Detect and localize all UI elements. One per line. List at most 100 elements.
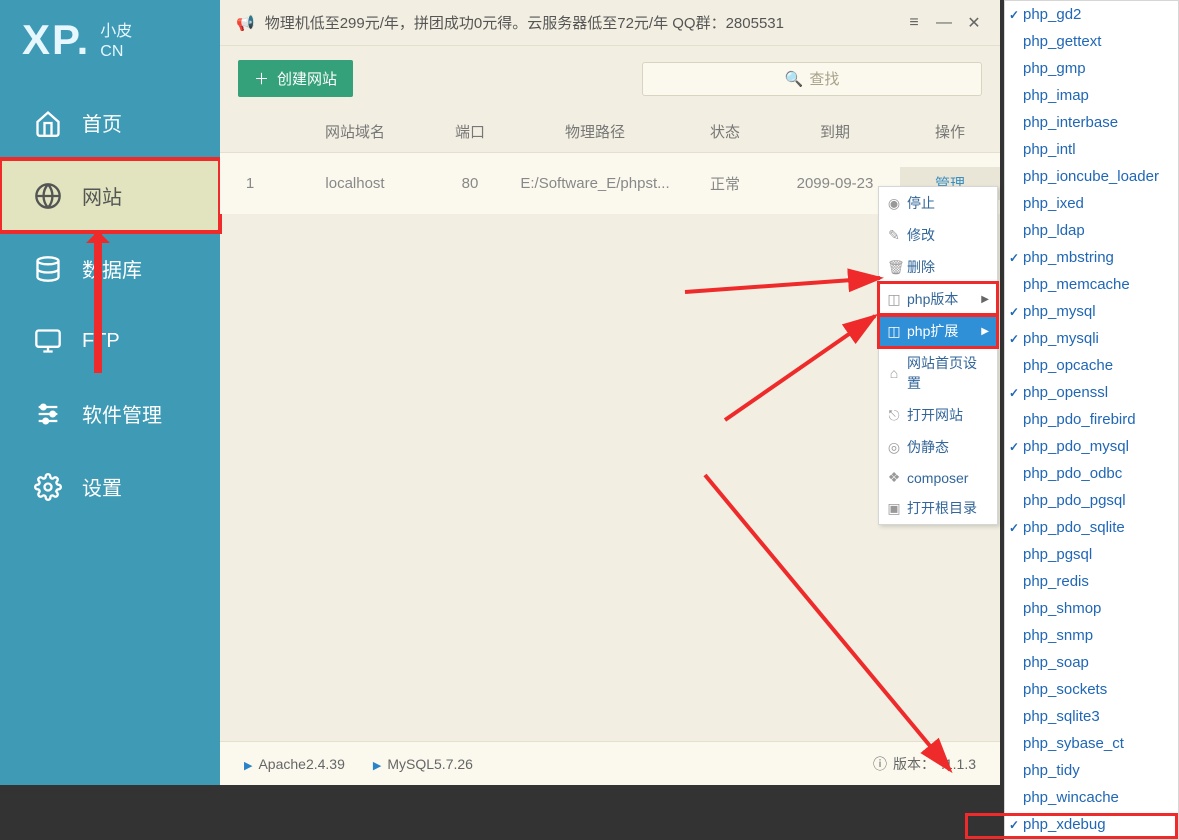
ext-item-php_sockets[interactable]: php_sockets bbox=[1005, 676, 1178, 703]
ext-item-php_openssl[interactable]: php_openssl bbox=[1005, 379, 1178, 406]
sidebar-item-label: 数据库 bbox=[82, 254, 142, 283]
folder-icon: ▣ bbox=[887, 500, 901, 517]
ext-item-php_pdo_sqlite[interactable]: php_pdo_sqlite bbox=[1005, 514, 1178, 541]
create-site-button[interactable]: ＋ 创建网站 bbox=[238, 60, 353, 97]
ext-item-php_pdo_odbc[interactable]: php_pdo_odbc bbox=[1005, 460, 1178, 487]
app-window: XP. 小皮 CN 首页 网站 数据库 FTP 软件管理 设置 bbox=[0, 0, 1000, 785]
ext-item-php_ldap[interactable]: php_ldap bbox=[1005, 217, 1178, 244]
ext-item-php_gd2[interactable]: php_gd2 bbox=[1005, 1, 1178, 28]
box-icon: ◫ bbox=[887, 323, 901, 340]
sidebar-item-label: 首页 bbox=[82, 108, 122, 137]
logo-main: XP. bbox=[22, 16, 90, 64]
logo-sub: 小皮 CN bbox=[100, 22, 132, 62]
minimize-button[interactable]: — bbox=[934, 14, 954, 32]
sidebar-item-settings[interactable]: 设置 bbox=[0, 450, 220, 523]
sidebar-item-label: 软件管理 bbox=[82, 399, 162, 428]
col-expire: 到期 bbox=[770, 121, 900, 142]
menu-icon[interactable]: ≡ bbox=[904, 14, 924, 32]
ext-item-php_pdo_pgsql[interactable]: php_pdo_pgsql bbox=[1005, 487, 1178, 514]
circle-icon: ◎ bbox=[887, 439, 901, 456]
apache-status[interactable]: Apache2.4.39 bbox=[244, 756, 345, 772]
search-input[interactable]: 🔍 查找 bbox=[642, 62, 982, 96]
home-icon bbox=[34, 109, 62, 137]
col-status: 状态 bbox=[680, 121, 770, 142]
sidebar-item-site[interactable]: 网站 bbox=[0, 159, 220, 232]
ext-item-php_soap[interactable]: php_soap bbox=[1005, 649, 1178, 676]
speaker-icon: 📢 bbox=[236, 14, 255, 32]
ext-item-php_sybase_ct[interactable]: php_sybase_ct bbox=[1005, 730, 1178, 757]
ext-item-php_opcache[interactable]: php_opcache bbox=[1005, 352, 1178, 379]
sidebar: XP. 小皮 CN 首页 网站 数据库 FTP 软件管理 设置 bbox=[0, 0, 220, 785]
sidebar-item-software[interactable]: 软件管理 bbox=[0, 377, 220, 450]
version-info: ⓘ 版本： .1.1.3 bbox=[873, 754, 976, 774]
box-icon: ◫ bbox=[887, 291, 901, 308]
ext-item-php_ixed[interactable]: php_ixed bbox=[1005, 190, 1178, 217]
sidebar-item-label: 设置 bbox=[82, 472, 122, 501]
ext-item-php_mysql[interactable]: php_mysql bbox=[1005, 298, 1178, 325]
ext-item-php_intl[interactable]: php_intl bbox=[1005, 136, 1178, 163]
gear-icon bbox=[34, 473, 62, 501]
action-row: ＋ 创建网站 🔍 查找 bbox=[220, 46, 1000, 111]
footer: Apache2.4.39 MySQL5.7.26 ⓘ 版本： .1.1.3 bbox=[220, 741, 1000, 785]
ext-item-php_imap[interactable]: php_imap bbox=[1005, 82, 1178, 109]
context-menu: ◉停止 ✎修改 🗑删除 ◫php版本▶ ◫php扩展▶ ⌂网站首页设置 ⎋打开网… bbox=[878, 186, 998, 525]
external-icon: ⎋ bbox=[887, 407, 901, 424]
ext-item-php_mbstring[interactable]: php_mbstring bbox=[1005, 244, 1178, 271]
col-path: 物理路径 bbox=[510, 121, 680, 142]
globe-icon bbox=[34, 182, 62, 210]
diamond-icon: ❖ bbox=[887, 469, 901, 486]
search-icon: 🔍 bbox=[785, 70, 804, 88]
menu-composer[interactable]: ❖composer bbox=[879, 463, 997, 492]
topbar: 📢 物理机低至299元/年，拼团成功0元得。云服务器低至72元/年 QQ群：28… bbox=[220, 0, 1000, 46]
menu-php-ext[interactable]: ◫php扩展▶ bbox=[879, 315, 997, 347]
ext-item-php_ioncube_loader[interactable]: php_ioncube_loader bbox=[1005, 163, 1178, 190]
ext-item-php_interbase[interactable]: php_interbase bbox=[1005, 109, 1178, 136]
menu-home-settings[interactable]: ⌂网站首页设置 bbox=[879, 347, 997, 399]
edit-icon: ✎ bbox=[887, 227, 901, 244]
menu-delete[interactable]: 🗑删除 bbox=[879, 251, 997, 283]
ext-item-php_tidy[interactable]: php_tidy bbox=[1005, 757, 1178, 784]
ext-item-php_wincache[interactable]: php_wincache bbox=[1005, 784, 1178, 811]
monitor-icon bbox=[34, 327, 62, 355]
ext-item-php_pdo_mysql[interactable]: php_pdo_mysql bbox=[1005, 433, 1178, 460]
chevron-right-icon: ▶ bbox=[981, 326, 989, 337]
ext-item-php_shmop[interactable]: php_shmop bbox=[1005, 595, 1178, 622]
sliders-icon bbox=[34, 400, 62, 428]
plus-icon: ＋ bbox=[254, 68, 269, 89]
database-icon bbox=[34, 255, 62, 283]
sidebar-item-label: 网站 bbox=[82, 181, 122, 210]
sidebar-item-home[interactable]: 首页 bbox=[0, 86, 220, 159]
col-action: 操作 bbox=[900, 121, 1000, 142]
table-header: 网站域名 端口 物理路径 状态 到期 操作 bbox=[220, 111, 1000, 153]
ext-item-php_xdebug[interactable]: php_xdebug bbox=[1005, 811, 1178, 838]
menu-open-site[interactable]: ⎋打开网站 bbox=[879, 399, 997, 431]
mysql-status[interactable]: MySQL5.7.26 bbox=[373, 756, 473, 772]
sidebar-item-ftp[interactable]: FTP bbox=[0, 305, 220, 377]
col-port: 端口 bbox=[430, 121, 510, 142]
menu-php-version[interactable]: ◫php版本▶ bbox=[879, 283, 997, 315]
info-icon: ⓘ bbox=[873, 754, 887, 774]
ext-item-php_redis[interactable]: php_redis bbox=[1005, 568, 1178, 595]
sidebar-item-db[interactable]: 数据库 bbox=[0, 232, 220, 305]
ext-item-php_gettext[interactable]: php_gettext bbox=[1005, 28, 1178, 55]
menu-pseudo-static[interactable]: ◎伪静态 bbox=[879, 431, 997, 463]
main-panel: 📢 物理机低至299元/年，拼团成功0元得。云服务器低至72元/年 QQ群：28… bbox=[220, 0, 1000, 785]
announcement-text: 物理机低至299元/年，拼团成功0元得。云服务器低至72元/年 QQ群：2805… bbox=[265, 12, 784, 33]
ext-item-php_snmp[interactable]: php_snmp bbox=[1005, 622, 1178, 649]
ext-item-php_gmp[interactable]: php_gmp bbox=[1005, 55, 1178, 82]
brand-logo: XP. 小皮 CN bbox=[0, 0, 220, 86]
menu-stop[interactable]: ◉停止 bbox=[879, 187, 997, 219]
ext-item-php_sqlite3[interactable]: php_sqlite3 bbox=[1005, 703, 1178, 730]
stop-icon: ◉ bbox=[887, 195, 901, 212]
ext-item-php_pgsql[interactable]: php_pgsql bbox=[1005, 541, 1178, 568]
menu-edit[interactable]: ✎修改 bbox=[879, 219, 997, 251]
col-domain: 网站域名 bbox=[280, 121, 430, 142]
home-icon: ⌂ bbox=[887, 365, 901, 381]
ext-item-php_memcache[interactable]: php_memcache bbox=[1005, 271, 1178, 298]
close-button[interactable]: ✕ bbox=[964, 13, 984, 33]
ext-item-php_pdo_firebird[interactable]: php_pdo_firebird bbox=[1005, 406, 1178, 433]
menu-open-root[interactable]: ▣打开根目录 bbox=[879, 492, 997, 524]
chevron-right-icon: ▶ bbox=[981, 294, 989, 305]
ext-item-php_mysqli[interactable]: php_mysqli bbox=[1005, 325, 1178, 352]
php-ext-submenu: php_gd2php_gettextphp_gmpphp_imapphp_int… bbox=[1004, 0, 1179, 840]
